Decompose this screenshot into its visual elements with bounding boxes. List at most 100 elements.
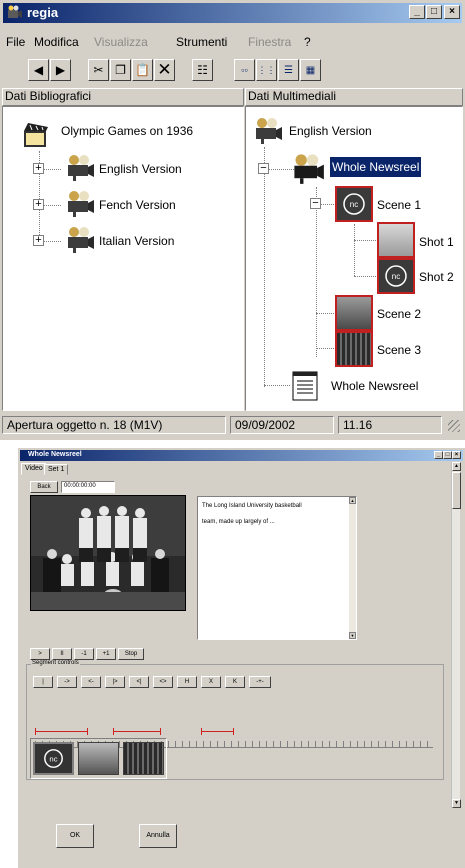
segment-button-split[interactable]: -+- bbox=[249, 676, 271, 688]
expand-icon[interactable]: + bbox=[33, 163, 44, 174]
scrollbar-thumb[interactable] bbox=[452, 472, 461, 509]
view-details-button[interactable]: ▦ bbox=[300, 59, 321, 81]
sub-window-title: Whole Newsreel bbox=[28, 451, 82, 458]
minimize-button[interactable]: _ bbox=[409, 5, 425, 19]
newsreel-logo-icon: nc bbox=[44, 749, 63, 768]
video-frame[interactable] bbox=[30, 495, 186, 611]
view-large-button[interactable]: ▫▫ bbox=[234, 59, 255, 81]
copy-button[interactable]: ❐ bbox=[110, 59, 131, 81]
step-back-button[interactable]: -1 bbox=[74, 648, 94, 660]
delete-icon: ✕ bbox=[157, 60, 172, 79]
delete-button[interactable]: ✕ bbox=[154, 59, 175, 81]
menu-finestra[interactable]: Finestra bbox=[248, 35, 291, 49]
timecode-field[interactable]: 00:00:00:00 bbox=[61, 481, 115, 493]
film-clapper-icon bbox=[24, 123, 48, 147]
tab-video[interactable]: Video bbox=[21, 463, 47, 475]
menu-strumenti[interactable]: Strumenti bbox=[176, 35, 227, 49]
prev-button[interactable]: ◀ bbox=[28, 59, 49, 81]
collapse-icon[interactable]: − bbox=[258, 163, 269, 174]
close-button[interactable]: × bbox=[444, 5, 460, 19]
tree-item-shot2[interactable]: Shot 2 bbox=[419, 270, 454, 284]
segment-button-mark[interactable]: | bbox=[33, 676, 53, 688]
tree-item-whole-newsreel-selected[interactable]: Whole Newsreel bbox=[330, 157, 422, 177]
movie-camera-icon bbox=[68, 155, 94, 181]
tree-item-english[interactable]: English Version bbox=[99, 162, 182, 176]
cancel-button[interactable]: Annulla bbox=[139, 824, 177, 848]
tab-set1[interactable]: Set 1 bbox=[44, 464, 69, 475]
properties-icon: ☷ bbox=[197, 63, 208, 77]
scene3-thumbnail bbox=[335, 331, 373, 367]
segment-button-range[interactable]: <> bbox=[153, 676, 173, 688]
segment-thumbnail-3[interactable] bbox=[123, 742, 164, 775]
segment-bar[interactable] bbox=[35, 728, 88, 735]
minimize-button[interactable]: _ bbox=[434, 451, 443, 459]
expand-icon[interactable]: + bbox=[33, 199, 44, 210]
scroll-down-arrow-icon[interactable]: ▼ bbox=[452, 799, 461, 808]
segment-button-delete[interactable]: X bbox=[201, 676, 221, 688]
tree-line bbox=[264, 147, 265, 387]
segment-bar[interactable] bbox=[201, 728, 234, 735]
segment-button-k[interactable]: K bbox=[225, 676, 245, 688]
cut-button[interactable]: ✂ bbox=[88, 59, 109, 81]
description-scrollbar[interactable]: ▲ ▼ bbox=[349, 497, 356, 639]
collapse-icon[interactable]: − bbox=[310, 198, 321, 209]
segment-thumbnail-1[interactable]: nc bbox=[33, 742, 74, 775]
back-button[interactable]: Back bbox=[30, 481, 58, 493]
expand-icon[interactable]: + bbox=[33, 235, 44, 246]
movie-camera-icon bbox=[68, 191, 94, 217]
segment-thumbnail-2[interactable] bbox=[78, 742, 119, 775]
tree-item-scene2[interactable]: Scene 2 bbox=[377, 307, 421, 321]
menu-help[interactable]: ? bbox=[304, 35, 311, 49]
status-date: 09/09/2002 bbox=[230, 416, 334, 434]
media-root-label[interactable]: English Version bbox=[289, 124, 372, 138]
menu-visualizza[interactable]: Visualizza bbox=[94, 35, 148, 49]
svg-text:nc: nc bbox=[392, 272, 400, 281]
stop-button[interactable]: Stop bbox=[118, 648, 144, 660]
description-line: team, made up largely of ... bbox=[202, 519, 275, 525]
tree-item-document[interactable]: Whole Newsreel bbox=[331, 379, 418, 393]
newsreel-logo-icon: nc bbox=[343, 193, 365, 215]
menu-file[interactable]: File bbox=[6, 35, 25, 49]
scroll-up-arrow-icon[interactable]: ▲ bbox=[349, 497, 356, 504]
tree-item-shot1[interactable]: Shot 1 bbox=[419, 235, 454, 249]
tree-item-italian[interactable]: Italian Version bbox=[99, 234, 174, 248]
paste-button[interactable]: 📋 bbox=[132, 59, 153, 81]
tree-item-scene1[interactable]: Scene 1 bbox=[377, 198, 421, 212]
paste-icon: 📋 bbox=[135, 63, 150, 77]
description-textarea[interactable]: The Long Island University basketball te… bbox=[197, 496, 357, 640]
tree-root-label[interactable]: Olympic Games on 1936 bbox=[61, 124, 193, 138]
maximize-button[interactable]: □ bbox=[443, 451, 452, 459]
step-forward-button[interactable]: +1 bbox=[96, 648, 116, 660]
maximize-button[interactable]: □ bbox=[426, 5, 442, 19]
properties-button[interactable]: ☷ bbox=[192, 59, 213, 81]
menu-modifica[interactable]: Modifica bbox=[34, 35, 79, 49]
ok-button[interactable]: OK bbox=[56, 824, 94, 848]
scroll-down-arrow-icon[interactable]: ▼ bbox=[349, 632, 356, 639]
close-button[interactable]: × bbox=[452, 451, 461, 459]
play-button[interactable]: > bbox=[30, 648, 50, 660]
left-pane-header: Dati Bibliografici bbox=[2, 88, 244, 106]
tree-item-french[interactable]: Fench Version bbox=[99, 198, 176, 212]
title-bar[interactable]: regia _ □ × bbox=[3, 3, 462, 23]
status-bar: Apertura oggetto n. 18 (M1V) 09/09/2002 … bbox=[0, 414, 465, 436]
status-time: 11.16 bbox=[338, 416, 442, 434]
view-small-button[interactable]: ⋮⋮ bbox=[256, 59, 277, 81]
right-tree-pane[interactable]: English Version − Whole Newsreel − nc Sc… bbox=[245, 106, 463, 411]
segment-button-forward[interactable]: -> bbox=[57, 676, 77, 688]
scroll-up-arrow-icon[interactable]: ▲ bbox=[452, 462, 461, 471]
sub-title-bar[interactable]: Whole Newsreel _ □ × bbox=[20, 450, 463, 461]
next-button[interactable]: ▶ bbox=[50, 59, 71, 81]
tree-line bbox=[354, 224, 355, 276]
segment-button-end[interactable]: <| bbox=[129, 676, 149, 688]
segment-button-h[interactable]: H bbox=[177, 676, 197, 688]
segment-bar[interactable] bbox=[113, 728, 161, 735]
view-list-button[interactable]: ☰ bbox=[278, 59, 299, 81]
segment-button-start[interactable]: |> bbox=[105, 676, 125, 688]
resize-grip[interactable] bbox=[448, 420, 460, 432]
segment-button-backward[interactable]: <- bbox=[81, 676, 101, 688]
vertical-scrollbar[interactable]: ▲ ▼ bbox=[451, 462, 461, 808]
left-tree-pane[interactable]: Olympic Games on 1936 + + + English Vers… bbox=[2, 106, 244, 411]
tree-item-scene3[interactable]: Scene 3 bbox=[377, 343, 421, 357]
pause-button[interactable]: II bbox=[52, 648, 72, 660]
shot2-thumbnail: nc bbox=[377, 258, 415, 294]
